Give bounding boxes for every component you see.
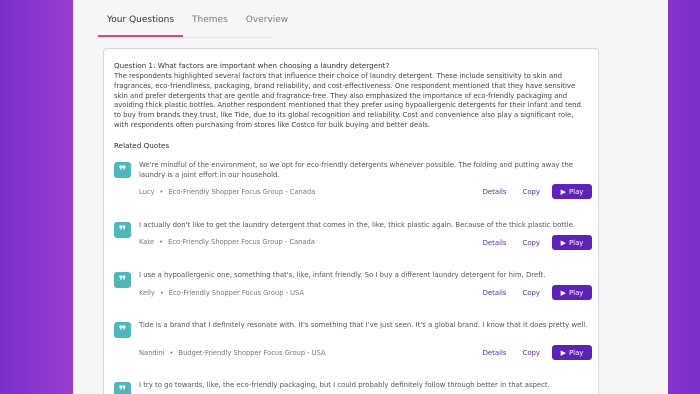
quote-group: Budget-Friendly Shopper Focus Group - US… <box>178 349 326 357</box>
play-button[interactable]: ▶ Play <box>552 184 592 199</box>
details-button[interactable]: Details <box>483 289 507 297</box>
quote-meta: Kate • Eco-Friendly Shopper Focus Group - … <box>139 238 315 246</box>
tab-divider <box>98 37 273 38</box>
quote-text: I try to go towards, like, the eco-frien… <box>139 381 550 389</box>
question-answer: The respondents highlighted several fact… <box>114 72 581 129</box>
tab-your-questions[interactable]: Your Questions <box>98 15 184 37</box>
quote-icon: ❞ <box>114 382 131 394</box>
question-card: Question 1: What factors are important w… <box>103 48 599 394</box>
quote-speaker: Nandini <box>139 349 165 357</box>
quote-meta: Lucy • Eco-Friendly Shopper Focus Group - … <box>139 188 316 196</box>
quote-icon: ❞ <box>114 272 131 289</box>
tab-overview[interactable]: Overview <box>237 15 297 37</box>
copy-button[interactable]: Copy <box>523 349 540 357</box>
play-button[interactable]: ▶ Play <box>552 285 592 300</box>
quote-text: Tide is a brand that I definitely resona… <box>139 321 588 329</box>
play-icon: ▶ <box>560 187 566 196</box>
quote-speaker: Kelly <box>139 289 155 297</box>
play-icon: ▶ <box>560 348 566 357</box>
quote-group: Eco-Friendly Shopper Focus Group - USA <box>168 289 304 297</box>
quote-text: We're mindful of the environment, so we … <box>139 161 574 180</box>
details-button[interactable]: Details <box>483 188 507 196</box>
quote-speaker: Kate <box>139 238 155 246</box>
details-button[interactable]: Details <box>483 349 507 357</box>
quote-group: Eco-Friendly Shopper Focus Group - Canad… <box>168 238 315 246</box>
play-label: Play <box>569 187 584 196</box>
quote-icon: ❞ <box>114 222 131 239</box>
quote-meta: Nandini • Budget-Friendly Shopper Focus Gr… <box>139 349 326 357</box>
play-icon: ▶ <box>560 238 566 247</box>
quote-icon: ❞ <box>114 322 131 339</box>
play-label: Play <box>569 288 584 297</box>
play-label: Play <box>569 348 584 357</box>
play-icon: ▶ <box>560 288 566 297</box>
question-title: Question 1: What factors are important w… <box>114 61 390 70</box>
quote-text: I actually don't like to get the laundry… <box>139 221 576 229</box>
copy-button[interactable]: Copy <box>523 289 540 297</box>
tab-themes[interactable]: Themes <box>183 15 237 37</box>
quote-actions: Details Copy ▶ Play <box>483 285 592 300</box>
quote-actions: Details Copy ▶ Play <box>483 345 592 360</box>
quote-group: Eco-Friendly Shopper Focus Group - Canad… <box>168 188 316 196</box>
quote-actions: Details Copy ▶ Play <box>483 184 592 199</box>
play-label: Play <box>569 238 584 247</box>
tab-bar: Your Questions Themes Overview <box>98 15 297 37</box>
main-panel: Your Questions Themes Overview Question … <box>73 0 668 394</box>
quote-icon: ❞ <box>114 162 131 179</box>
play-button[interactable]: ▶ Play <box>552 345 592 360</box>
copy-button[interactable]: Copy <box>523 239 540 247</box>
quote-actions: Details Copy ▶ Play <box>483 235 592 250</box>
copy-button[interactable]: Copy <box>523 188 540 196</box>
quote-text: I use a hypoallergenic one, something th… <box>139 271 546 279</box>
quote-speaker: Lucy <box>139 188 155 196</box>
play-button[interactable]: ▶ Play <box>552 235 592 250</box>
related-quotes-heading: Related Quotes <box>114 140 170 150</box>
details-button[interactable]: Details <box>483 239 507 247</box>
quote-meta: Kelly • Eco-Friendly Shopper Focus Group -… <box>139 289 304 297</box>
